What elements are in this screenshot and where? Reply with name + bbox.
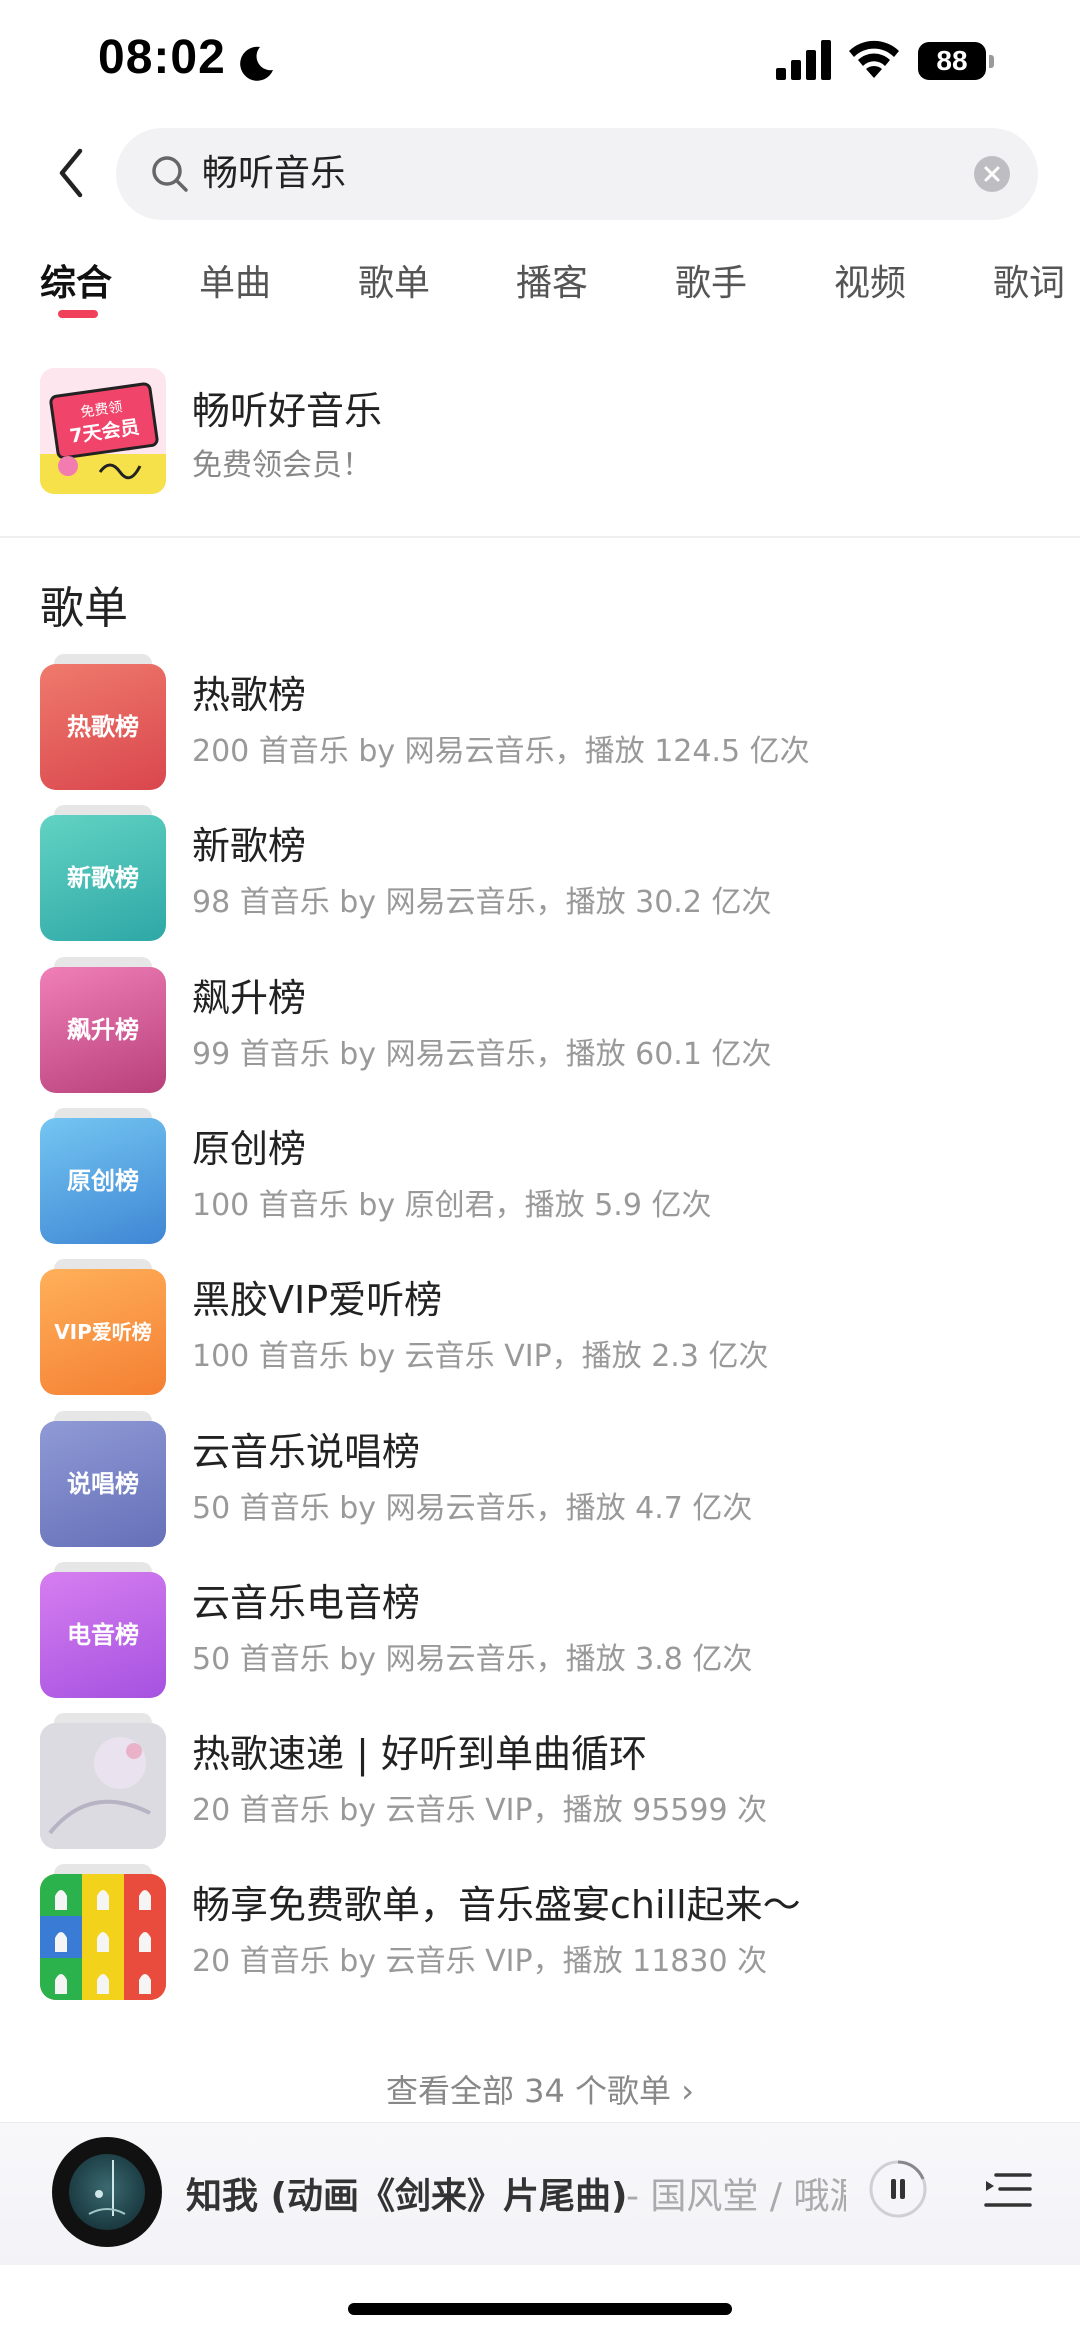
playlist-row[interactable]: 说唱榜 云音乐说唱榜 50 首音乐 by 网易云音乐，播放 4.7 亿次 bbox=[0, 1411, 1080, 1557]
album-art-image bbox=[88, 2160, 126, 2216]
playlist-cover[interactable]: 飙升榜 bbox=[40, 967, 166, 1093]
playlist-title: 新歌榜 bbox=[192, 824, 307, 868]
playlist-cover[interactable] bbox=[40, 1723, 166, 1849]
playlist-row[interactable]: 电音榜 云音乐电音榜 50 首音乐 by 网易云音乐，播放 3.8 亿次 bbox=[0, 1562, 1080, 1708]
active-tab-indicator bbox=[58, 310, 98, 318]
playlist-row[interactable]: 新歌榜 新歌榜 98 首音乐 by 网易云音乐，播放 30.2 亿次 bbox=[0, 805, 1080, 951]
battery-indicator: 88 bbox=[918, 42, 994, 82]
tab-playlists[interactable]: 歌单 bbox=[358, 254, 430, 306]
section-title-playlists: 歌单 bbox=[40, 583, 128, 634]
search-query: 畅听音乐 bbox=[202, 153, 347, 194]
illustrated-cover bbox=[40, 1723, 166, 1849]
playlist-cover[interactable]: 新歌榜 bbox=[40, 815, 166, 941]
mini-player[interactable]: 知我 (动画《剑来》片尾曲) - 国风堂 / 哦漏 bbox=[0, 2122, 1080, 2265]
promo-subtitle: 免费领会员！ bbox=[192, 448, 372, 483]
playlist-row[interactable]: 热歌速递 | 好听到单曲循环 20 首音乐 by 云音乐 VIP，播放 95599… bbox=[0, 1713, 1080, 1859]
playlist-title: 黑胶VIP爱听榜 bbox=[192, 1278, 443, 1322]
playlist-meta: 200 首音乐 by 网易云音乐，播放 124.5 亿次 bbox=[192, 734, 810, 769]
playlist-title: 云音乐说唱榜 bbox=[192, 1430, 421, 1474]
playlist-meta: 98 首音乐 by 网易云音乐，播放 30.2 亿次 bbox=[192, 885, 772, 920]
tab-podcasts[interactable]: 播客 bbox=[516, 254, 588, 306]
vip-coupon-icon: 免费领 7天会员 bbox=[40, 368, 166, 494]
playlist-cover-label: 电音榜 bbox=[67, 1621, 139, 1649]
playlist-meta: 50 首音乐 by 网易云音乐，播放 3.8 亿次 bbox=[192, 1642, 753, 1677]
back-icon[interactable] bbox=[52, 145, 92, 201]
now-playing-artist: - 国风堂 / 哦漏 bbox=[626, 2176, 846, 2217]
playlist-title: 热歌速递 | 好听到单曲循环 bbox=[192, 1732, 647, 1776]
album-art bbox=[69, 2154, 145, 2230]
tab-lyrics[interactable]: 歌词 bbox=[993, 254, 1065, 306]
home-indicator[interactable] bbox=[348, 2303, 732, 2315]
playlist-cover-label: 原创榜 bbox=[67, 1167, 139, 1195]
chess-art-cover bbox=[40, 1874, 166, 2000]
playlist-cover-label: 新歌榜 bbox=[67, 864, 139, 892]
section-divider bbox=[0, 536, 1080, 538]
status-time: 08:02 bbox=[98, 31, 226, 84]
playlist-row[interactable]: 畅享免费歌单，音乐盛宴chill起来～ 20 首音乐 by 云音乐 VIP，播放 … bbox=[0, 1864, 1080, 2010]
playlist-cover-label: VIP爱听榜 bbox=[54, 1320, 152, 1344]
playlist-cover[interactable]: 热歌榜 bbox=[40, 664, 166, 790]
playlist-meta: 50 首音乐 by 网易云音乐，播放 4.7 亿次 bbox=[192, 1491, 753, 1526]
wifi-icon bbox=[849, 40, 899, 78]
pause-button[interactable] bbox=[868, 2159, 928, 2219]
moon-icon bbox=[240, 46, 273, 81]
playlist-cover-label: 飙升榜 bbox=[67, 1016, 139, 1044]
cellular-signal-icon bbox=[776, 40, 831, 80]
search-icon bbox=[152, 156, 188, 192]
playlist-row[interactable]: VIP爱听榜 黑胶VIP爱听榜 100 首音乐 by 云音乐 VIP，播放 2.3 … bbox=[0, 1259, 1080, 1405]
playlist-title: 飙升榜 bbox=[192, 976, 307, 1020]
playlist-cover[interactable]: VIP爱听榜 bbox=[40, 1269, 166, 1395]
tab-songs[interactable]: 单曲 bbox=[199, 254, 271, 306]
playlist-row[interactable]: 原创榜 原创榜 100 首音乐 by 原创君，播放 5.9 亿次 bbox=[0, 1108, 1080, 1254]
playlist-meta: 100 首音乐 by 云音乐 VIP，播放 2.3 亿次 bbox=[192, 1339, 769, 1374]
playlist-title: 畅享免费歌单，音乐盛宴chill起来～ bbox=[192, 1883, 801, 1927]
playlist-title: 原创榜 bbox=[192, 1127, 307, 1171]
playlist-title: 热歌榜 bbox=[192, 673, 307, 717]
search-input[interactable]: 畅听音乐 bbox=[116, 128, 1038, 220]
playlist-queue-icon[interactable] bbox=[984, 2167, 1032, 2215]
battery-tip bbox=[989, 55, 994, 68]
playlist-meta: 100 首音乐 by 原创君，播放 5.9 亿次 bbox=[192, 1188, 712, 1223]
playlist-meta: 20 首音乐 by 云音乐 VIP，播放 11830 次 bbox=[192, 1944, 768, 1979]
playlist-cover[interactable]: 电音榜 bbox=[40, 1572, 166, 1698]
playlist-cover[interactable]: 原创榜 bbox=[40, 1118, 166, 1244]
playlist-cover-label: 说唱榜 bbox=[67, 1470, 139, 1498]
album-disc[interactable] bbox=[52, 2137, 162, 2247]
battery-level: 88 bbox=[918, 42, 986, 80]
tab-artists[interactable]: 歌手 bbox=[675, 254, 747, 306]
clear-icon[interactable] bbox=[974, 156, 1010, 192]
playlist-row[interactable]: 热歌榜 热歌榜 200 首音乐 by 网易云音乐，播放 124.5 亿次 bbox=[0, 654, 1080, 800]
playlist-title: 云音乐电音榜 bbox=[192, 1581, 421, 1625]
tab-videos[interactable]: 视频 bbox=[834, 254, 906, 306]
now-playing-title: 知我 (动画《剑来》片尾曲) bbox=[186, 2176, 628, 2217]
status-bar: 08:02 88 bbox=[0, 0, 1080, 126]
playlist-cover[interactable] bbox=[40, 1874, 166, 2000]
playlist-row[interactable]: 飙升榜 飙升榜 99 首音乐 by 网易云音乐，播放 60.1 亿次 bbox=[0, 957, 1080, 1103]
playlist-meta: 20 首音乐 by 云音乐 VIP，播放 95599 次 bbox=[192, 1793, 768, 1828]
result-tabs: 综合 单曲 歌单 播客 歌手 视频 歌词 bbox=[0, 248, 1080, 318]
tab-comprehensive[interactable]: 综合 bbox=[40, 254, 112, 306]
promo-image[interactable]: 免费领 7天会员 bbox=[40, 368, 166, 494]
promo-title[interactable]: 畅听好音乐 bbox=[192, 380, 382, 435]
playlist-meta: 99 首音乐 by 网易云音乐，播放 60.1 亿次 bbox=[192, 1037, 772, 1072]
playlist-cover-label: 热歌榜 bbox=[67, 713, 139, 741]
playlist-cover[interactable]: 说唱榜 bbox=[40, 1421, 166, 1547]
view-all-playlists-link[interactable]: 查看全部 34 个歌单 › bbox=[0, 2066, 1080, 2112]
